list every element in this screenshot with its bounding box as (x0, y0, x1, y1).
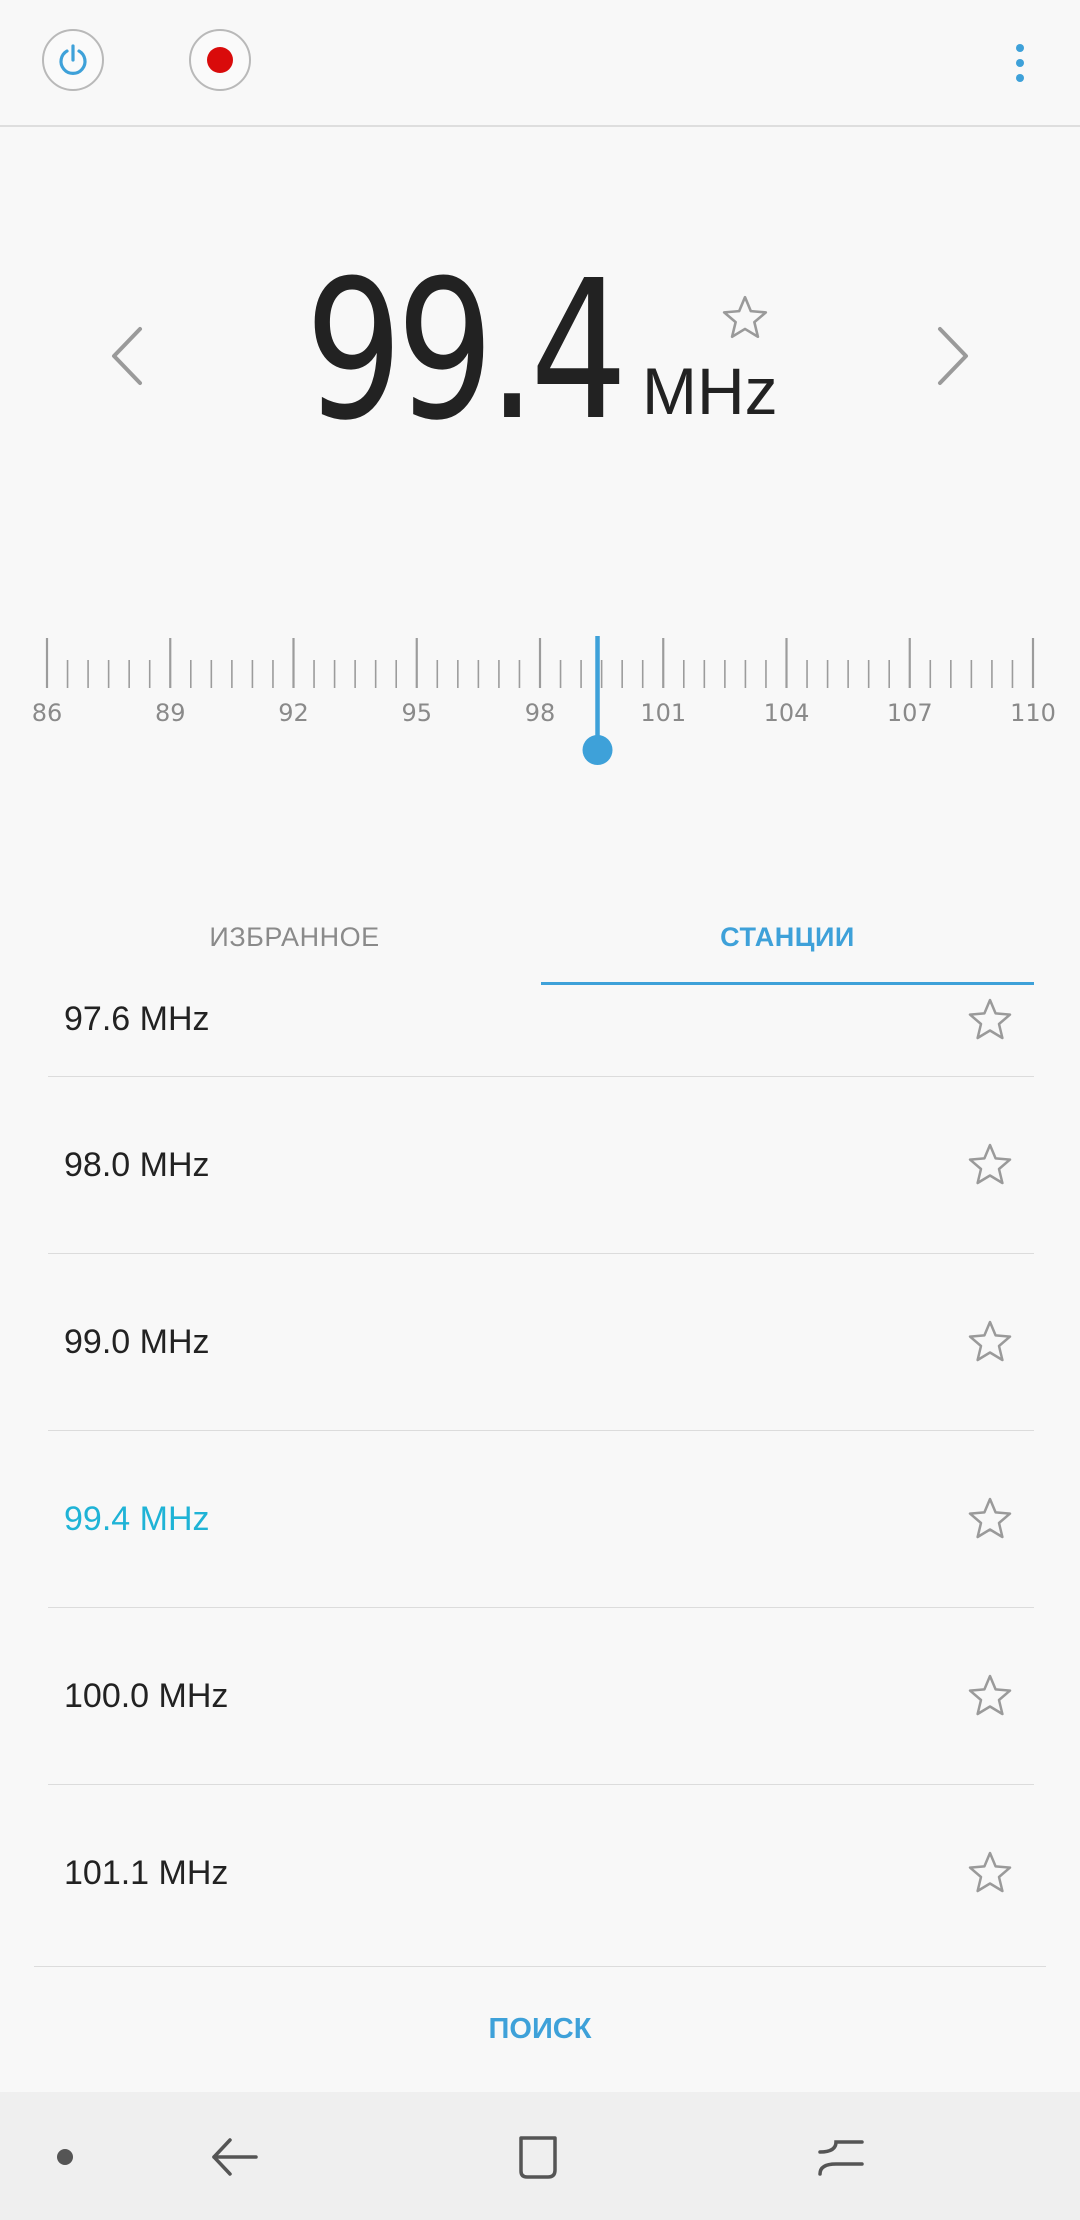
more-vertical-icon-dot (1016, 59, 1024, 67)
station-frequency: 99.0 MHz (64, 1323, 210, 1361)
dial-label: 95 (401, 699, 432, 727)
station-frequency-active: 99.4 MHz (64, 1500, 210, 1538)
dot-icon[interactable] (30, 2122, 100, 2192)
star-outline-icon[interactable] (966, 1318, 1014, 1366)
station-list[interactable]: 97.6 MHz 98.0 MHz 99.0 MHz 99.4 MHz 100.… (48, 985, 1034, 1965)
dial-handle[interactable] (582, 735, 613, 765)
dial-label: 98 (525, 699, 556, 727)
star-outline-icon[interactable] (966, 1672, 1014, 1720)
recents-icon[interactable] (806, 2122, 876, 2192)
dial-label: 110 (1010, 699, 1056, 727)
current-frequency: 99.4 (305, 240, 628, 463)
system-navigation-bar (0, 2092, 1080, 2220)
dial-label: 86 (32, 699, 63, 727)
home-icon[interactable] (503, 2122, 573, 2192)
station-frequency: 101.1 MHz (64, 1854, 229, 1892)
tab-stations[interactable]: СТАНЦИИ (541, 890, 1034, 985)
top-toolbar (0, 0, 1080, 127)
dial-label: 92 (278, 699, 309, 727)
more-options-button[interactable] (990, 30, 1050, 96)
station-frequency: 98.0 MHz (64, 1146, 210, 1184)
station-frequency: 97.6 MHz (64, 1000, 210, 1038)
station-row[interactable]: 97.6 MHz (48, 985, 1034, 1077)
search-button[interactable]: ПОИСК (34, 1967, 1046, 2092)
frequency-display: 99.4 MHz (0, 126, 1080, 566)
more-vertical-icon-dot (1016, 74, 1024, 82)
star-outline-icon[interactable] (966, 1141, 1014, 1189)
dial-label: 101 (640, 699, 686, 727)
tuning-dial[interactable]: 86 89 92 95 98 101 104 107 110 (0, 620, 1080, 770)
tab-favorites[interactable]: ИЗБРАННОЕ (48, 890, 541, 985)
record-button[interactable] (189, 29, 251, 91)
power-button[interactable] (42, 29, 104, 91)
chevron-right-icon[interactable] (916, 321, 986, 391)
chevron-left-icon[interactable] (94, 321, 164, 391)
record-icon (207, 47, 233, 73)
station-row[interactable]: 100.0 MHz (48, 1608, 1034, 1785)
star-outline-icon[interactable] (966, 1495, 1014, 1543)
search-bar: ПОИСК (34, 1966, 1046, 2092)
dial-label: 104 (764, 699, 810, 727)
station-frequency: 100.0 MHz (64, 1677, 229, 1715)
star-outline-icon[interactable] (966, 1849, 1014, 1897)
dial-label: 89 (155, 699, 186, 727)
favorite-current-star-icon[interactable] (720, 293, 770, 343)
frequency-unit: MHz (642, 354, 778, 428)
dial-label: 107 (887, 699, 933, 727)
tab-bar: ИЗБРАННОЕ СТАНЦИИ (48, 890, 1034, 985)
star-outline-icon[interactable] (966, 996, 1014, 1044)
station-row[interactable]: 98.0 MHz (48, 1077, 1034, 1254)
station-row-active[interactable]: 99.4 MHz (48, 1431, 1034, 1608)
station-row[interactable]: 101.1 MHz (48, 1785, 1034, 1962)
station-row[interactable]: 99.0 MHz (48, 1254, 1034, 1431)
power-icon (59, 44, 87, 75)
more-vertical-icon (1016, 44, 1024, 52)
back-icon[interactable] (200, 2122, 270, 2192)
